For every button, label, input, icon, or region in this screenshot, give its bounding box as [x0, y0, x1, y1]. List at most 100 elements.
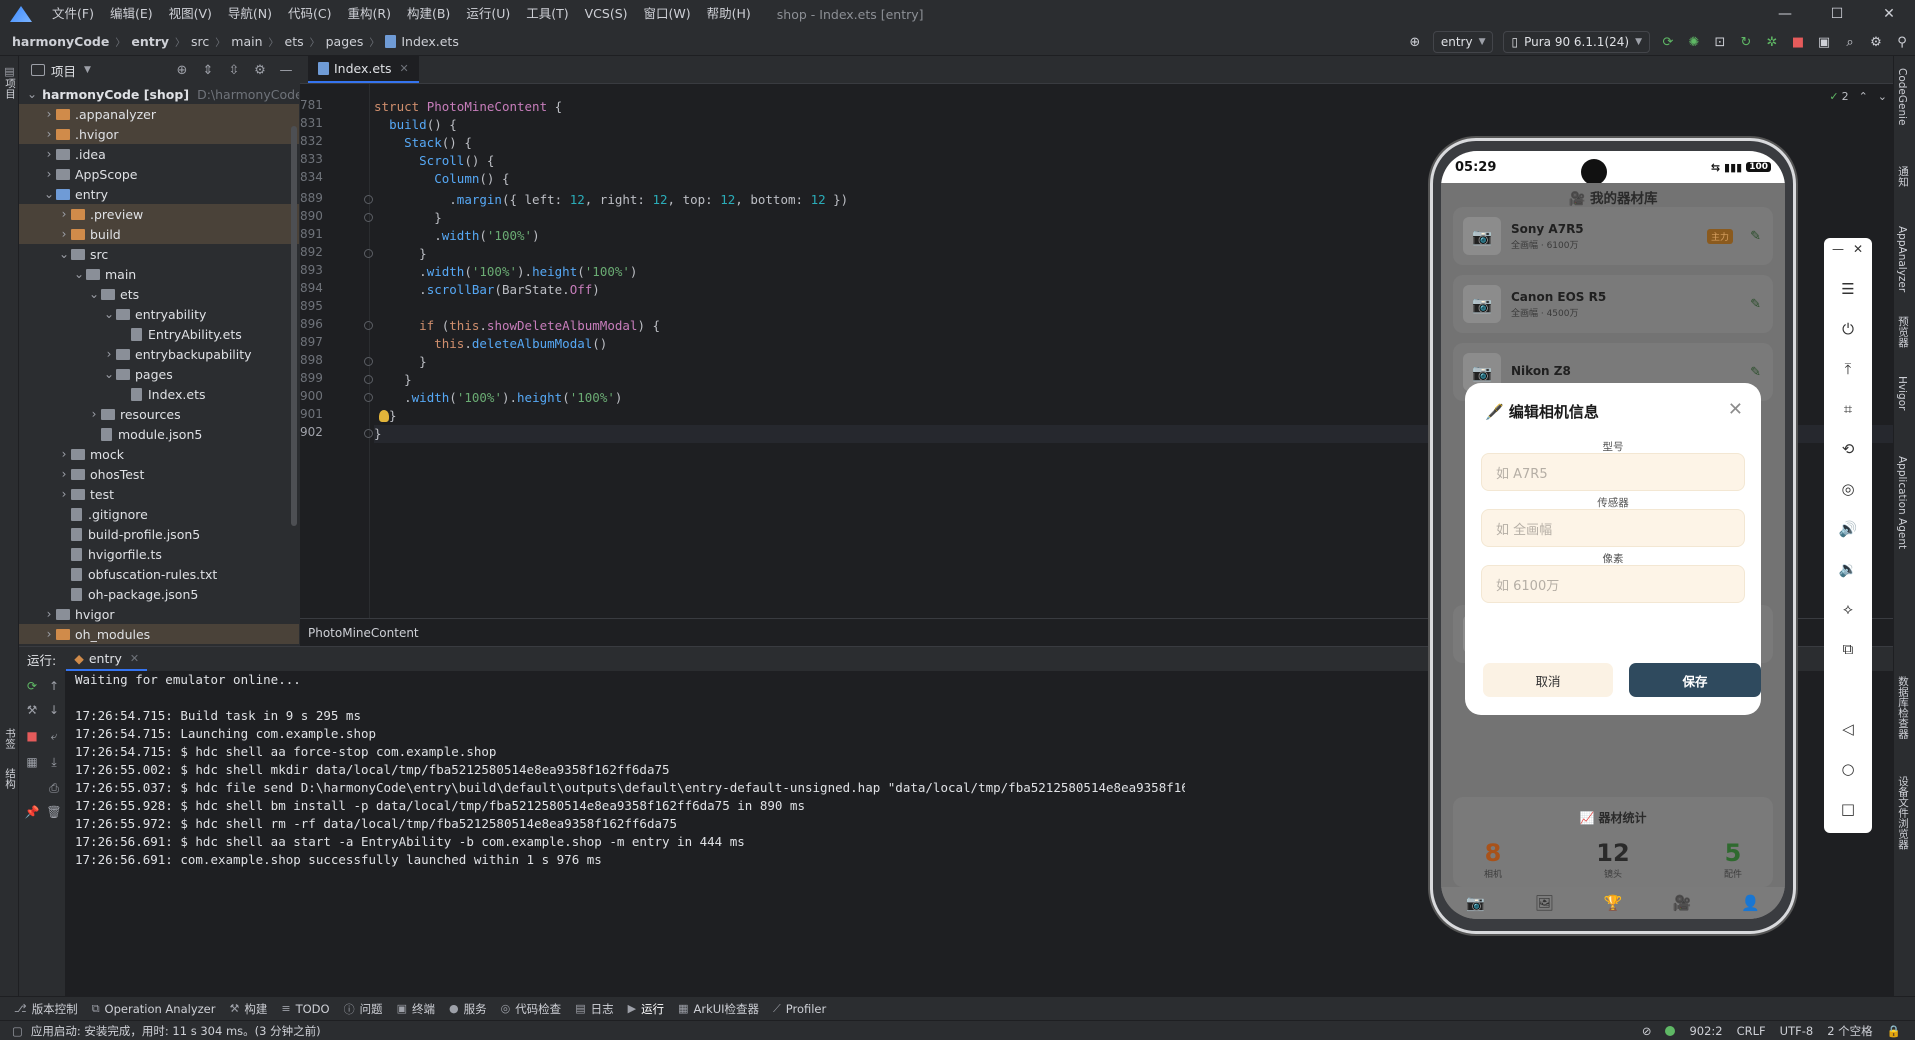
tool-window-10[interactable]: ▦ ArkUI检查器 [678, 1001, 759, 1017]
device-select[interactable]: ▯ Pura 90 6.1.1(24) ▼ [1503, 31, 1650, 53]
cursor-position[interactable]: 902:2 [1689, 1024, 1722, 1038]
tree-item[interactable]: › hvigor [19, 604, 299, 624]
tool-window-2[interactable]: ⚒ 构建 [229, 1001, 267, 1017]
account-icon[interactable]: ⚲ [1891, 31, 1913, 53]
tree-item[interactable]: › ohosTest [19, 464, 299, 484]
status-message[interactable]: 应用启动: 安装完成，用时: 11 s 304 ms。(3 分钟之前) [31, 1023, 321, 1039]
recents-icon[interactable]: □ [1824, 800, 1872, 818]
tree-item[interactable]: hvigorfile.ts [19, 544, 299, 564]
menu-item[interactable]: 运行(U) [458, 0, 518, 28]
console-output[interactable]: Waiting for emulator online... 17:26:54.7… [75, 671, 1185, 997]
trophy-tab-icon[interactable]: 🏆 [1604, 894, 1623, 912]
wrench-icon[interactable]: ⚒ [21, 699, 43, 721]
tool-window-9[interactable]: ▶ 运行 [628, 1001, 664, 1017]
tool-window-1[interactable]: ⧉ Operation Analyzer [92, 1002, 216, 1016]
save-button[interactable]: 保存 [1629, 663, 1761, 697]
right-stripe-item[interactable]: 设备文件浏览器 [1896, 776, 1911, 850]
tree-item[interactable]: EntryAbility.ets [19, 324, 299, 344]
chevron-right-icon[interactable]: › [57, 227, 71, 241]
chevron-down-icon[interactable]: ⌄ [102, 307, 116, 321]
code-line[interactable]: .width('100%') [374, 227, 539, 245]
code-line[interactable]: this.deleteAlbumModal() [374, 335, 607, 353]
tool-window-0[interactable]: ⎇ 版本控制 [14, 1001, 78, 1017]
code-line[interactable]: .width('100%').height('100%') [374, 389, 622, 407]
close-icon[interactable]: ✕ [1834, 242, 1882, 256]
trash-icon[interactable]: 🗑 [43, 801, 65, 823]
code-line[interactable]: } [374, 245, 427, 263]
down-icon[interactable]: ↓ [43, 699, 65, 721]
pin-icon[interactable]: 📌 [21, 801, 43, 823]
chevron-down-icon[interactable]: ⌄ [87, 287, 101, 301]
tree-item[interactable]: Index.ets [19, 384, 299, 404]
stop-icon[interactable]: ■ [1787, 31, 1809, 53]
tree-item[interactable]: build-profile.json5 [19, 524, 299, 544]
fold-marker-icon[interactable] [364, 357, 373, 366]
menu-item[interactable]: 帮助(H) [699, 0, 759, 28]
close-tab-icon[interactable]: ✕ [130, 652, 139, 665]
menu-item[interactable]: 窗口(W) [636, 0, 699, 28]
breadcrumb-item[interactable]: main [231, 34, 262, 49]
fold-marker-icon[interactable] [364, 375, 373, 384]
fold-marker-icon[interactable] [364, 321, 373, 330]
profile-icon[interactable]: ✲ [1761, 31, 1783, 53]
tool-window-3[interactable]: ≡ TODO [281, 1002, 329, 1016]
lock-icon[interactable]: ⊘ [1642, 1024, 1652, 1038]
code-line[interactable]: build() { [374, 116, 457, 134]
tool-window-11[interactable]: ⟋ Profiler [773, 1002, 826, 1016]
menu-item[interactable]: 代码(C) [280, 0, 339, 28]
chevron-right-icon[interactable]: › [42, 127, 56, 141]
lock-file-icon[interactable]: 🔒 [1887, 1024, 1901, 1038]
tree-item[interactable]: › resources [19, 404, 299, 424]
gear-icon[interactable]: ⚙ [247, 63, 273, 78]
tree-item[interactable]: › entrybackupability [19, 344, 299, 364]
close-icon[interactable]: ✕ [1863, 0, 1915, 28]
menu-item[interactable]: 构建(B) [399, 0, 458, 28]
code-line[interactable]: } [374, 353, 427, 371]
power-icon[interactable]: ⏻ [1824, 320, 1872, 338]
tool-window-4[interactable]: ⓘ 问题 [344, 1001, 383, 1017]
edit-pen-icon[interactable]: ✎ [1750, 229, 1761, 244]
tree-item[interactable]: ⌄ main [19, 264, 299, 284]
apply-changes-icon[interactable]: ↻ [1735, 31, 1757, 53]
breadcrumb-item[interactable]: Index.ets [401, 34, 459, 49]
breadcrumb-item[interactable]: harmonyCode [12, 34, 109, 49]
emulator-screen[interactable]: 05:29 ⇆ ▮▮▮ 100 🎥 我的器材库 📷 Sony A7R5 全画幅 · 61… [1441, 151, 1785, 919]
tree-item[interactable]: › mock [19, 444, 299, 464]
chevron-down-icon[interactable]: ⌄ [72, 267, 86, 281]
settings-icon[interactable]: ⚙ [1865, 31, 1887, 53]
device-manager-icon[interactable]: ▣ [1813, 31, 1835, 53]
right-stripe-item[interactable]: 通知 [1896, 166, 1911, 187]
chevron-down-icon[interactable]: ⌄ [102, 367, 116, 381]
back-icon[interactable]: ◁ [1824, 720, 1872, 738]
project-scrollbar[interactable] [291, 126, 297, 526]
tree-item[interactable]: › .hvigor [19, 124, 299, 144]
tree-item[interactable]: oh-package.json5 [19, 584, 299, 604]
breadcrumb-item[interactable]: ets [285, 34, 304, 49]
target-icon[interactable]: ⊕ [1404, 31, 1426, 53]
tree-item[interactable]: › .preview [19, 204, 299, 224]
home-icon[interactable]: ○ [1824, 760, 1872, 778]
code-line[interactable]: .width('100%').height('100%') [374, 263, 637, 281]
code-line[interactable]: .scrollBar(BarState.Off) [374, 281, 600, 299]
close-tab-icon[interactable]: ✕ [400, 62, 409, 75]
rerun-icon[interactable]: ⟳ [21, 675, 43, 697]
tree-item[interactable]: obfuscation-rules.txt [19, 564, 299, 584]
code-line[interactable]: Stack() { [374, 134, 472, 152]
chevron-right-icon[interactable]: › [57, 207, 71, 221]
stop-icon[interactable]: ■ [21, 725, 43, 747]
right-stripe-item[interactable]: 预览器 [1896, 316, 1911, 348]
code-line[interactable]: if (this.showDeleteAlbumModal) { [374, 317, 660, 335]
tree-item[interactable]: ⌄ pages [19, 364, 299, 384]
rotate-icon[interactable]: ⟲ [1824, 440, 1872, 458]
inspection-widget[interactable]: ✓ 2 ⌃ ⌄ [1829, 90, 1887, 103]
chevron-right-icon[interactable]: › [42, 107, 56, 121]
chevron-right-icon[interactable]: › [42, 627, 56, 641]
maximize-icon[interactable]: ☐ [1811, 0, 1863, 28]
code-line[interactable]: .margin({ left: 12, right: 12, top: 12, … [374, 191, 848, 209]
code-line[interactable]: } [374, 209, 442, 227]
tree-item[interactable]: › oh_modules [19, 624, 299, 644]
chevron-down-icon[interactable]: ⌄ [42, 187, 56, 201]
chevron-right-icon[interactable]: › [87, 407, 101, 421]
tool-window-8[interactable]: ▤ 日志 [575, 1001, 613, 1017]
line-separator[interactable]: CRLF [1737, 1024, 1766, 1038]
